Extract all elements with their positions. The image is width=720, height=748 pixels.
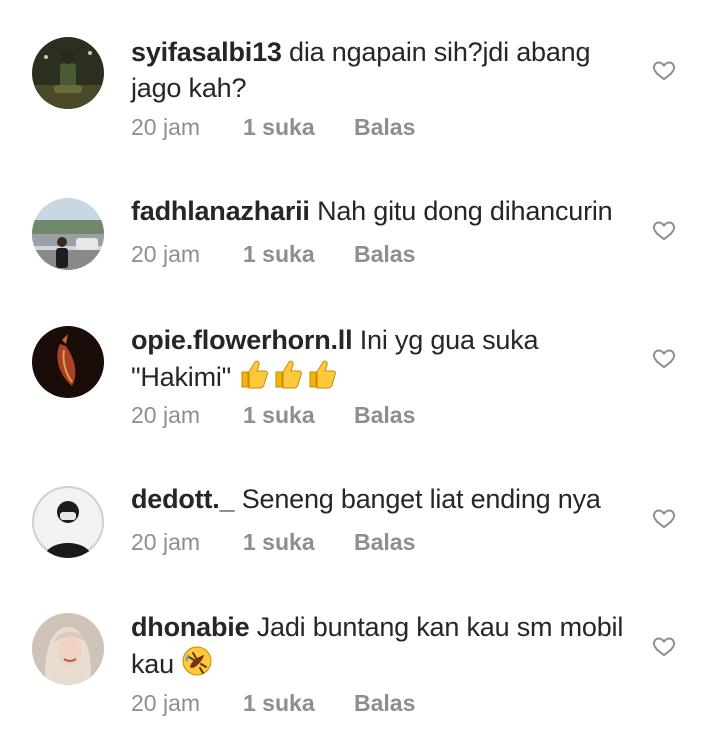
username-link[interactable]: syifasalbi13 [131, 37, 282, 67]
heart-outline-icon[interactable] [652, 58, 676, 82]
avatar[interactable] [32, 326, 104, 398]
timestamp: 20 jam [131, 690, 201, 716]
likes-count-button[interactable]: 1 suka [243, 689, 354, 717]
likes-count-button[interactable]: 1 suka [243, 401, 354, 429]
likes-count-button[interactable]: 1 suka [243, 240, 354, 268]
comment-meta: 20 jam 1 suka Balas [131, 528, 415, 556]
timestamp: 20 jam [131, 529, 201, 555]
timestamp: 20 jam [131, 114, 201, 140]
comment-text: Seneng banget liat ending nya [241, 484, 601, 514]
reply-button[interactable]: Balas [354, 689, 415, 717]
rolling-laughing-emoji-icon [181, 645, 213, 686]
avatar-image [32, 198, 104, 270]
thumbs-up-emoji-icon [238, 358, 342, 399]
username-link[interactable]: dhonabie [131, 612, 250, 642]
likes-count-button[interactable]: 1 suka [243, 113, 354, 141]
reply-button[interactable]: Balas [354, 528, 415, 556]
comment-body: syifasalbi13 dia ngapain sih?jdi abang j… [131, 34, 631, 106]
avatar-image [32, 486, 104, 558]
comment-text: Nah gitu dong dihancurin [317, 196, 613, 226]
avatar[interactable] [32, 198, 104, 270]
comment-meta: 20 jam 1 suka Balas [131, 401, 415, 429]
comment-body: dhonabie Jadi buntang kan kau sm mobil k… [131, 609, 631, 686]
heart-outline-icon[interactable] [652, 634, 676, 658]
username-link[interactable]: opie.flowerhorn.ll [131, 325, 353, 355]
heart-outline-icon[interactable] [652, 506, 676, 530]
comment-body: opie.flowerhorn.ll Ini yg gua suka "Haki… [131, 322, 631, 399]
avatar[interactable] [32, 613, 104, 685]
username-link[interactable]: fadhlanazharii [131, 196, 310, 226]
comment-meta: 20 jam 1 suka Balas [131, 689, 415, 717]
reply-button[interactable]: Balas [354, 240, 415, 268]
comment-meta: 20 jam 1 suka Balas [131, 240, 415, 268]
reply-button[interactable]: Balas [354, 113, 415, 141]
comment-body: dedott._ Seneng banget liat ending nya [131, 481, 631, 517]
avatar[interactable] [32, 37, 104, 109]
comment-meta: 20 jam 1 suka Balas [131, 113, 415, 141]
reply-button[interactable]: Balas [354, 401, 415, 429]
heart-outline-icon[interactable] [652, 346, 676, 370]
timestamp: 20 jam [131, 241, 201, 267]
timestamp: 20 jam [131, 402, 201, 428]
username-link[interactable]: dedott._ [131, 484, 235, 514]
avatar-image [32, 613, 104, 685]
avatar-image [32, 326, 104, 398]
avatar-image [32, 37, 104, 109]
avatar[interactable] [32, 486, 104, 558]
comment-body: fadhlanazharii Nah gitu dong dihancurin [131, 193, 631, 229]
heart-outline-icon[interactable] [652, 218, 676, 242]
likes-count-button[interactable]: 1 suka [243, 528, 354, 556]
